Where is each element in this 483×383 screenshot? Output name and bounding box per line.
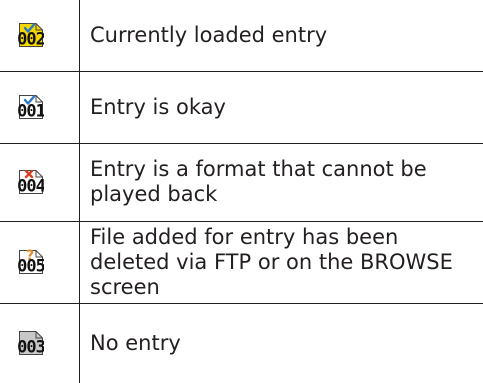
description-text: No entry bbox=[79, 302, 483, 383]
icon-cell: 004 bbox=[0, 142, 80, 222]
description-text: Currently loaded entry bbox=[79, 0, 483, 72]
file-deleted-icon: ?005 bbox=[18, 249, 44, 275]
legend-row: 002 Currently loaded entry bbox=[0, 0, 483, 72]
icon-cell: 001 bbox=[0, 70, 80, 144]
description-text: Entry is a format that cannot be played … bbox=[79, 142, 483, 222]
entry-number-label: 004 bbox=[18, 177, 44, 196]
icon-cell: ? 005 bbox=[0, 220, 80, 304]
icon-legend-table: 002 Currently loaded entry 001 Entry is oka… bbox=[0, 0, 483, 383]
description-text: Entry is okay bbox=[79, 70, 483, 144]
icon-cell: 002 bbox=[0, 0, 80, 72]
legend-row: 001 Entry is okay bbox=[0, 70, 483, 144]
legend-row: 003 No entry bbox=[0, 302, 483, 383]
description-text: File added for entry has been deleted vi… bbox=[79, 220, 483, 304]
entry-ok-icon: 001 bbox=[18, 95, 44, 121]
entry-number-label: 002 bbox=[18, 30, 44, 49]
entry-number-label: 005 bbox=[18, 257, 44, 276]
entry-number-label: 003 bbox=[18, 338, 44, 357]
current-entry-icon: 002 bbox=[18, 23, 44, 49]
icon-cell: 003 bbox=[0, 302, 80, 383]
legend-body: 002 Currently loaded entry 001 Entry is oka… bbox=[0, 0, 483, 383]
entry-number-label: 001 bbox=[18, 102, 44, 121]
entry-error-icon: 004 bbox=[18, 169, 44, 195]
no-entry-icon: 003 bbox=[18, 331, 44, 357]
legend-row: ? 005 File added for entry has been delete… bbox=[0, 220, 483, 304]
legend-row: 004 Entry is a format that cannot be play… bbox=[0, 142, 483, 222]
